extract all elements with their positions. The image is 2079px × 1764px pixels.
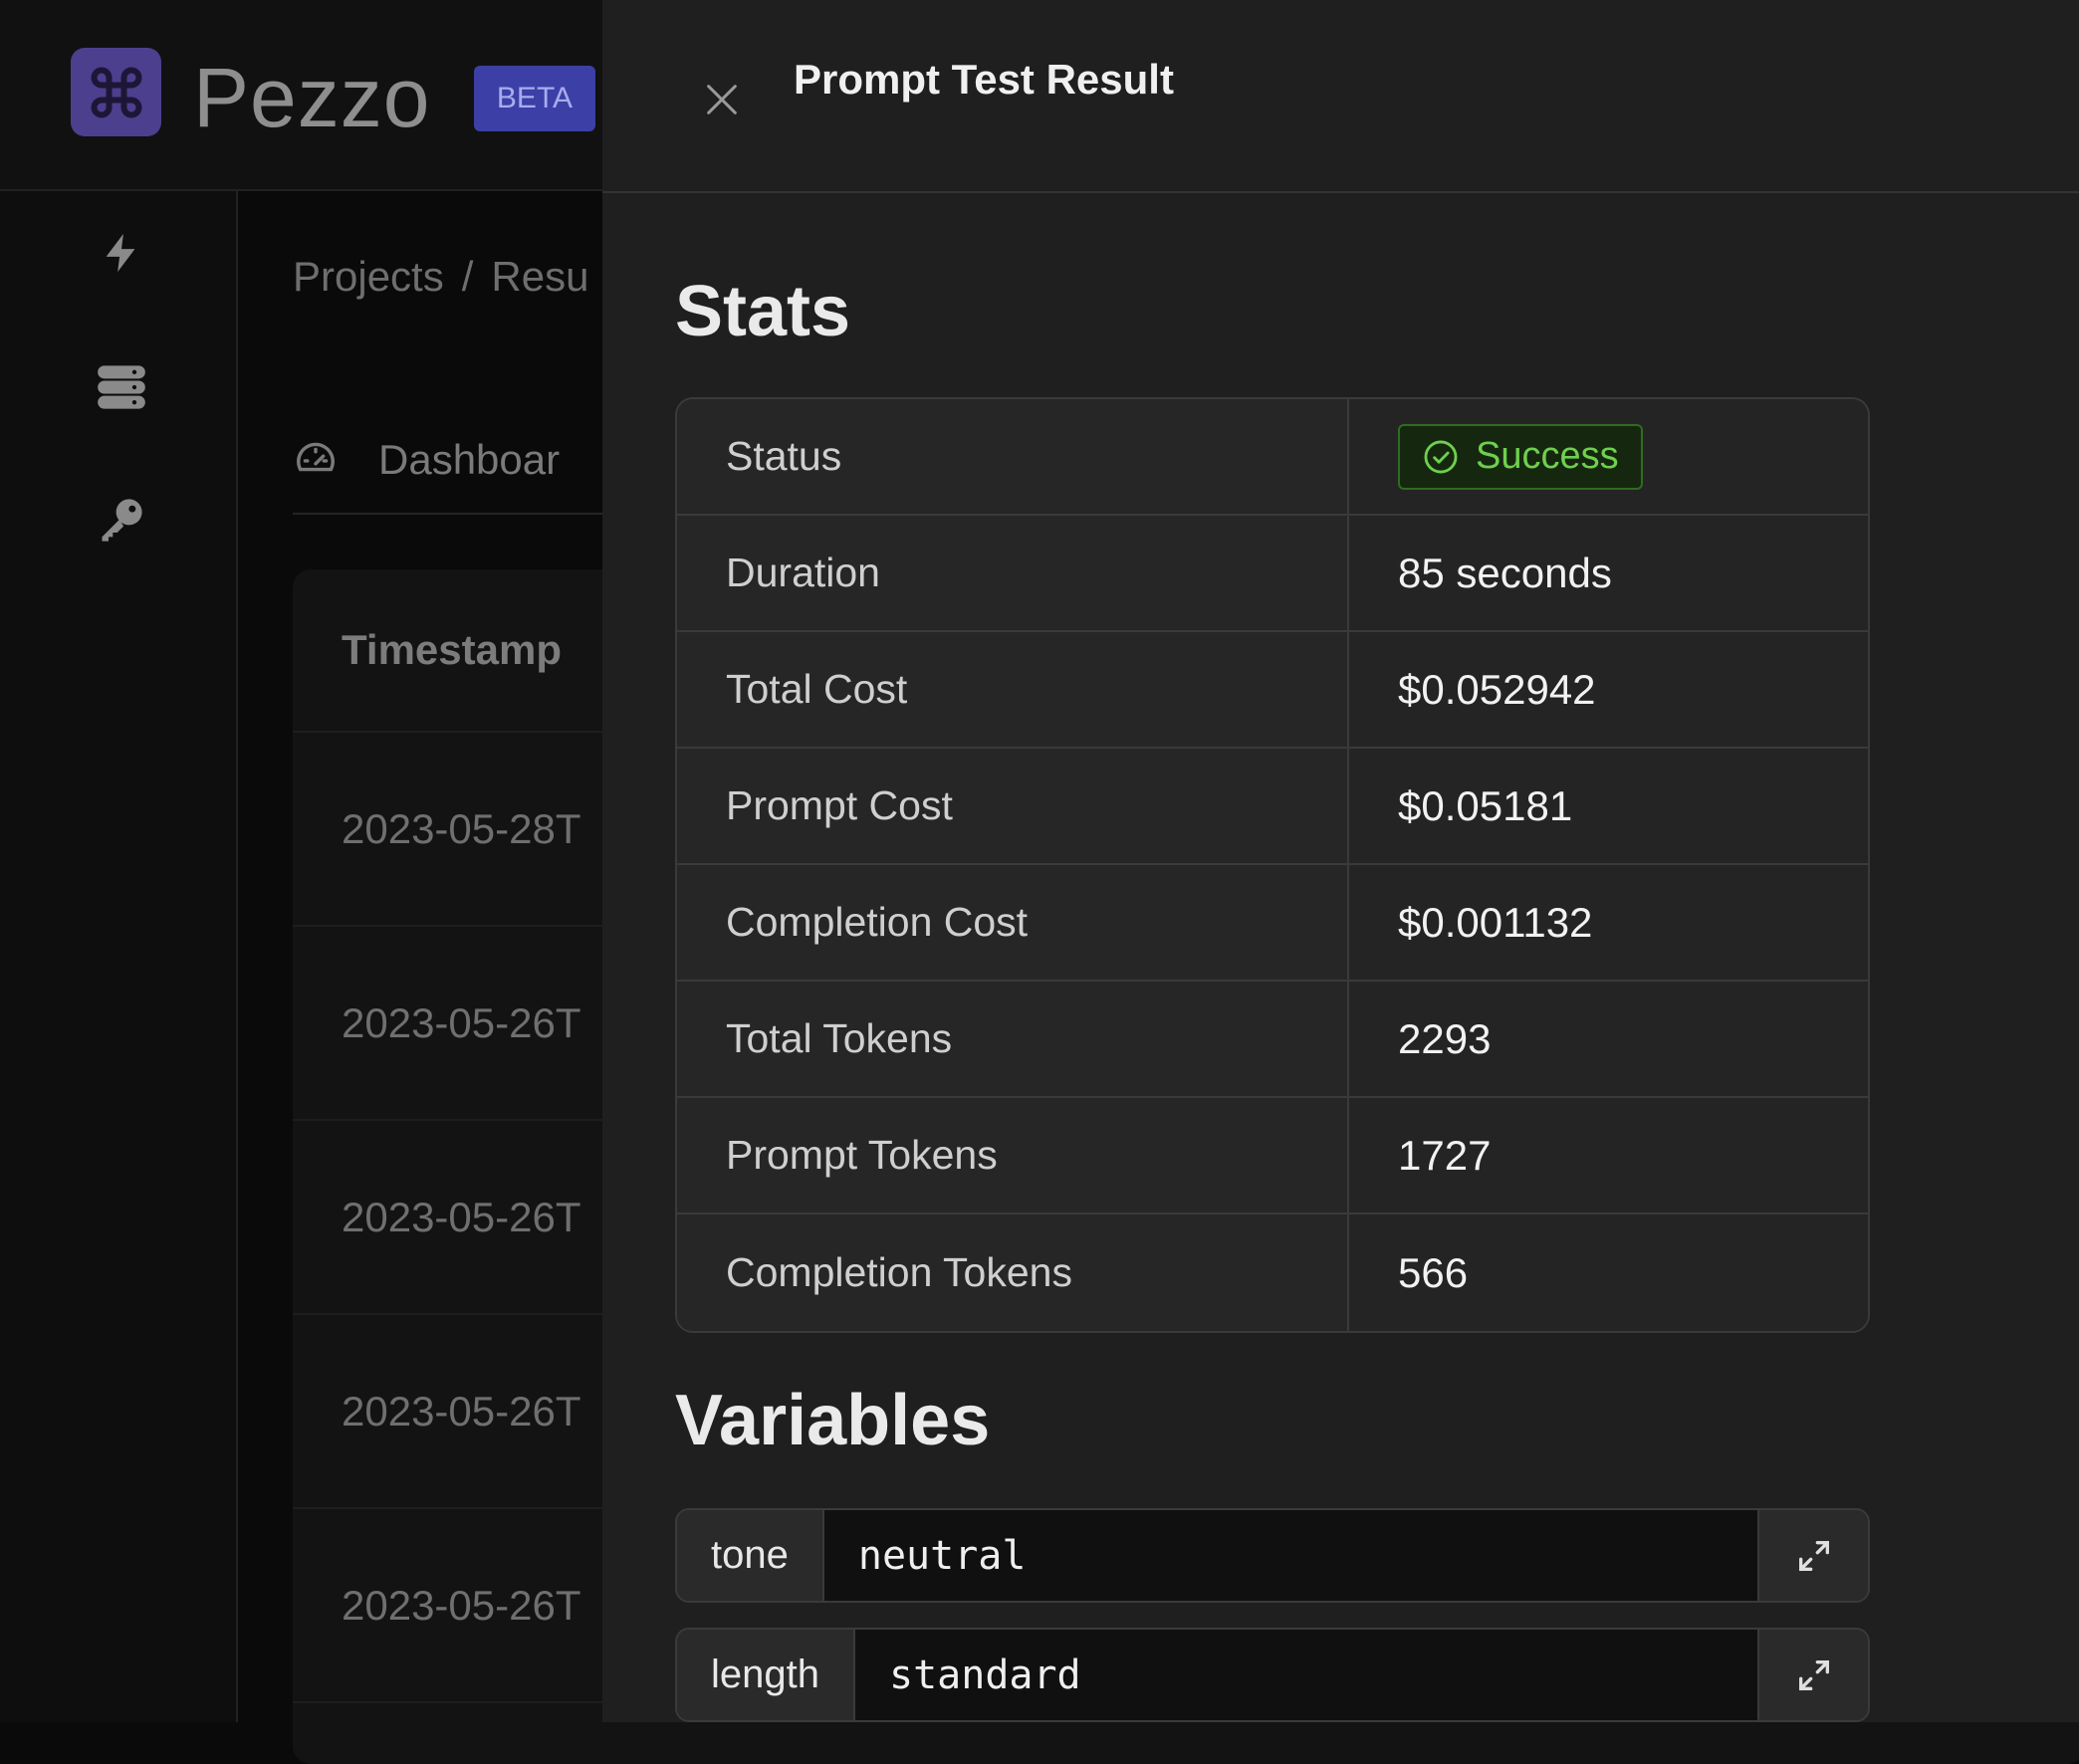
breadcrumb: Projects / Resu: [293, 253, 588, 301]
stat-label: Completion Cost: [677, 865, 1349, 980]
database-icon[interactable]: [90, 355, 153, 419]
breadcrumb-projects[interactable]: Projects: [293, 253, 444, 300]
gauge-icon: [297, 442, 335, 472]
tab-dashboard-label: Dashboar: [378, 436, 561, 483]
command-icon[interactable]: [71, 48, 161, 136]
key-icon[interactable]: [90, 488, 153, 551]
stat-value: 85 seconds: [1349, 516, 1868, 630]
stat-label: Total Tokens: [677, 982, 1349, 1096]
stat-value: 566: [1349, 1214, 1868, 1331]
stat-label: Prompt Tokens: [677, 1098, 1349, 1213]
variable-value-input[interactable]: standard: [854, 1630, 1757, 1720]
breadcrumb-separator: /: [461, 253, 474, 300]
prompt-test-result-drawer: Prompt Test Result Stats Status Success …: [602, 0, 2079, 1722]
breadcrumb-current[interactable]: Resu: [491, 253, 588, 300]
brand-name[interactable]: Pezzo: [193, 50, 430, 146]
stats-row-total-cost: Total Cost $0.052942: [677, 632, 1868, 749]
tab-dashboard[interactable]: Dashboar: [293, 425, 560, 495]
variable-key: length: [677, 1630, 855, 1720]
beta-badge: BETA: [474, 66, 595, 131]
status-badge: Success: [1398, 423, 1643, 490]
variable-row-tone: tone neutral: [675, 1508, 1870, 1603]
expand-icon[interactable]: [1757, 1630, 1868, 1720]
stat-value: $0.05181: [1349, 749, 1868, 863]
variable-row-length: length standard: [675, 1628, 1870, 1722]
stat-label: Total Cost: [677, 632, 1349, 747]
stat-label: Duration: [677, 516, 1349, 630]
stat-value: 2293: [1349, 982, 1868, 1096]
stats-table: Status Success Duration 85 seconds Total…: [675, 397, 1870, 1333]
stats-row-prompt-cost: Prompt Cost $0.05181: [677, 749, 1868, 865]
check-circle-icon: [1424, 440, 1458, 473]
stats-row-total-tokens: Total Tokens 2293: [677, 982, 1868, 1098]
stat-label: Prompt Cost: [677, 749, 1349, 863]
stats-row-prompt-tokens: Prompt Tokens 1727: [677, 1098, 1868, 1214]
lightning-icon[interactable]: [90, 221, 153, 285]
drawer-title: Prompt Test Result: [794, 56, 1174, 103]
stats-row-duration: Duration 85 seconds: [677, 516, 1868, 632]
stats-row-completion-cost: Completion Cost $0.001132: [677, 865, 1868, 982]
stat-value: $0.052942: [1349, 632, 1868, 747]
stat-label: Status: [677, 399, 1349, 514]
variables-heading: Variables: [675, 1381, 991, 1460]
stats-row-status: Status Success: [677, 399, 1868, 516]
sidebar: [0, 191, 238, 1722]
drawer-header: Prompt Test Result: [602, 0, 2079, 193]
expand-icon[interactable]: [1757, 1510, 1868, 1601]
variable-key: tone: [677, 1510, 824, 1601]
stats-row-completion-tokens: Completion Tokens 566: [677, 1214, 1868, 1331]
status-badge-label: Success: [1476, 435, 1619, 477]
stats-heading: Stats: [675, 272, 851, 351]
close-icon[interactable]: [692, 70, 752, 129]
variable-value-input[interactable]: neutral: [823, 1510, 1757, 1601]
stat-value: 1727: [1349, 1098, 1868, 1213]
stat-label: Completion Tokens: [677, 1214, 1349, 1331]
stat-value: $0.001132: [1349, 865, 1868, 980]
